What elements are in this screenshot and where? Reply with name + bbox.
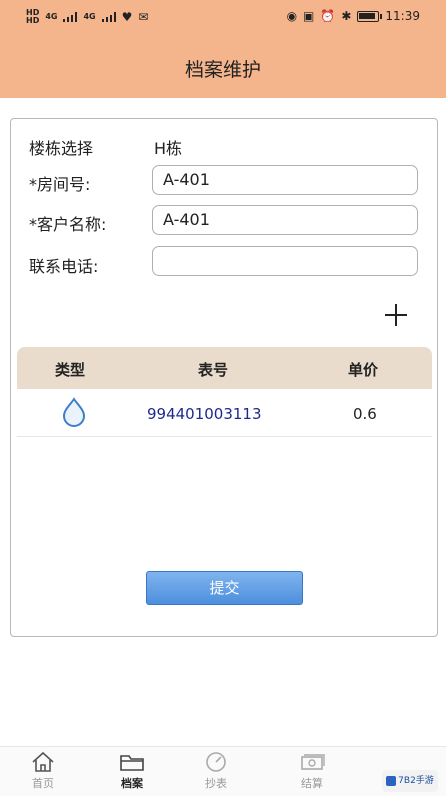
battery-icon [357, 10, 383, 22]
watermark-icon [386, 775, 397, 786]
unit-price: 0.6 [353, 405, 377, 423]
app-header: HD HD 4G 4G ♥ ✉ ◉ ▣ ⏰ ✱ 11:39 档案维护 [0, 0, 446, 98]
tab-home-label: 首页 [32, 777, 54, 790]
column-meter-no: 表号 [198, 361, 229, 379]
room-label: *房间号: [29, 175, 91, 194]
tab-home[interactable]: 首页 [13, 751, 73, 791]
meter-number: 994401003113 [147, 405, 262, 423]
mail-icon: ✉ [138, 10, 149, 24]
bluetooth-icon: ✱ [341, 9, 352, 23]
status-bar: HD HD 4G 4G ♥ ✉ ◉ ▣ ⏰ ✱ 11:39 [0, 0, 446, 36]
folder-icon [120, 755, 144, 771]
tab-archive-label: 档案 [121, 777, 143, 790]
building-select[interactable]: H栋 [154, 135, 182, 159]
sim-hd-label: HD HD [26, 8, 40, 25]
meter-icon [206, 752, 226, 772]
column-type: 类型 [55, 361, 86, 379]
customer-label: *客户名称: [29, 215, 107, 234]
nfc-icon: ▣ [303, 9, 315, 23]
money-icon [301, 754, 325, 770]
tab-meter-reading-label: 抄表 [205, 777, 227, 790]
column-price: 单价 [348, 361, 379, 379]
page-title: 档案维护 [184, 59, 261, 81]
watermark-logo: 7B2手游网 [382, 770, 438, 792]
table-row[interactable]: 994401003113 0.6 [17, 391, 432, 437]
home-icon [32, 751, 54, 772]
network-label-1: 4G [45, 12, 58, 21]
archive-form-card: 楼栋选择 H栋 *房间号: A-401 *客户名称: A-401 联系电话: 类… [10, 118, 438, 637]
tab-settlement-label: 结算 [301, 777, 323, 790]
plus-icon[interactable] [385, 304, 407, 326]
clock: 11:39 [385, 9, 420, 23]
phone-input[interactable] [152, 246, 418, 276]
water-drop-icon [62, 397, 86, 427]
status-left: HD HD 4G 4G ♥ ✉ [26, 9, 148, 25]
meter-table-header: 类型 表号 单价 [17, 347, 432, 389]
room-input[interactable]: A-401 [152, 165, 418, 195]
alarm-icon: ⏰ [320, 9, 336, 23]
tab-settlement[interactable]: 结算 [282, 751, 342, 791]
signal-icon-2 [101, 12, 116, 22]
signal-icon [63, 12, 78, 22]
tab-meter-reading[interactable]: 抄表 [186, 751, 246, 791]
network-label-2: 4G [83, 12, 96, 21]
heart-icon: ♥ [121, 10, 133, 24]
eye-icon: ◉ [286, 9, 298, 23]
bottom-tab-bar: 首页 档案 抄表 结算 [0, 746, 446, 796]
customer-name-input[interactable]: A-401 [152, 205, 418, 235]
submit-button[interactable]: 提交 [146, 571, 303, 605]
building-label: 楼栋选择 [29, 139, 94, 158]
status-right: ◉ ▣ ⏰ ✱ 11:39 [287, 9, 420, 23]
phone-label: 联系电话: [29, 257, 99, 276]
tab-archive[interactable]: 档案 [102, 751, 162, 791]
